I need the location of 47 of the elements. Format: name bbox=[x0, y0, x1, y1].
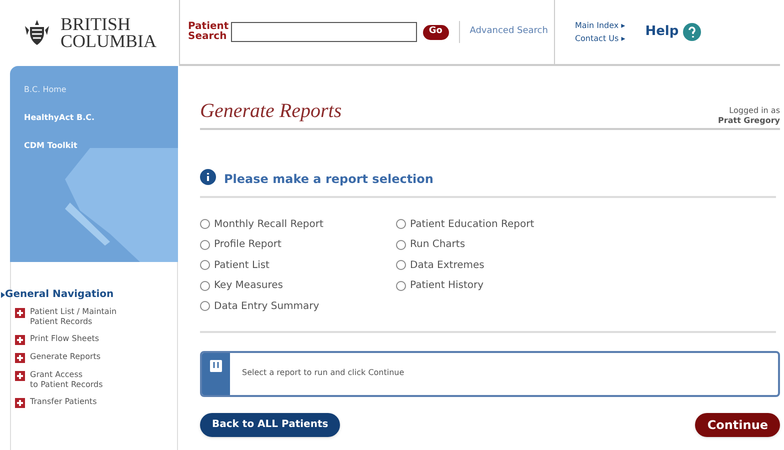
search-label: Patient Search bbox=[188, 22, 229, 42]
report-option-label: Key Measures bbox=[214, 279, 284, 294]
header-link[interactable]: Main Index ▸ bbox=[574, 20, 626, 32]
radio-button[interactable] bbox=[396, 260, 406, 270]
report-option-label: Run Charts bbox=[410, 238, 466, 252]
plus-icon bbox=[15, 335, 25, 345]
page-title: Generate Reports bbox=[200, 99, 342, 124]
advanced-search-link[interactable]: Advanced Search bbox=[470, 25, 548, 39]
header-link[interactable]: Contact Us ▸ bbox=[574, 32, 626, 44]
radio-button[interactable] bbox=[200, 280, 210, 291]
continue-button[interactable]: Continue bbox=[695, 412, 780, 436]
radio-button[interactable] bbox=[200, 219, 210, 230]
report-option-label: Profile Report bbox=[214, 238, 282, 252]
plus-icon bbox=[15, 353, 25, 363]
plus-icon bbox=[15, 308, 25, 318]
nav-link[interactable]: Patient List / Maintain Patient Records bbox=[30, 307, 117, 327]
radio-button[interactable] bbox=[200, 260, 210, 270]
help-icon[interactable] bbox=[682, 23, 701, 41]
nav-link[interactable]: Generate Reports bbox=[30, 352, 101, 362]
search-field[interactable] bbox=[230, 22, 417, 42]
help-link[interactable]: Help bbox=[645, 22, 679, 42]
selection-prompt: Please make a report selection bbox=[224, 171, 434, 188]
plus-icon bbox=[15, 371, 25, 381]
radio-button[interactable] bbox=[200, 240, 210, 250]
plus-icon bbox=[15, 398, 25, 408]
report-option-label: Patient History bbox=[410, 279, 484, 294]
alert-icon bbox=[210, 360, 222, 372]
report-option-label: Patient List bbox=[214, 258, 270, 273]
radio-button[interactable] bbox=[396, 280, 406, 291]
report-option-label: Monthly Recall Report bbox=[214, 218, 324, 232]
back-button[interactable]: Back to ALL Patients bbox=[200, 412, 340, 436]
login-info: Logged in as Pratt Gregory bbox=[718, 106, 780, 126]
logo-text: BRITISH COLUMBIA bbox=[60, 16, 156, 50]
nav-heading: General Navigation bbox=[5, 288, 114, 302]
radio-button[interactable] bbox=[396, 219, 406, 230]
nav-link[interactable]: Transfer Patients bbox=[30, 397, 97, 407]
go-button[interactable]: Go bbox=[422, 24, 449, 40]
report-option-label: Data Extremes bbox=[410, 258, 484, 273]
report-option-label: Patient Education Report bbox=[410, 218, 534, 232]
triangle-icon bbox=[1, 292, 5, 298]
nav-link[interactable]: Print Flow Sheets bbox=[30, 334, 100, 344]
radio-button[interactable] bbox=[200, 301, 210, 312]
radio-button[interactable] bbox=[396, 240, 406, 250]
info-icon bbox=[200, 169, 216, 185]
report-option-label: Data Entry Summary bbox=[214, 300, 320, 314]
message-text: Select a report to run and click Continue bbox=[242, 366, 404, 379]
nav-link[interactable]: Grant Access to Patient Records bbox=[30, 370, 103, 390]
